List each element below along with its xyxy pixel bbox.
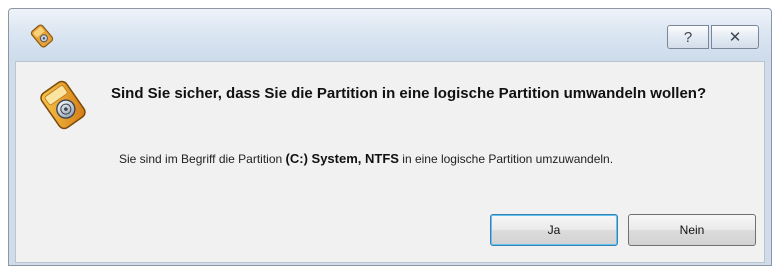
question-mark-icon: ? xyxy=(683,28,693,46)
title-bar[interactable]: ? ✕ xyxy=(9,9,771,61)
warning-disk-icon xyxy=(40,80,86,130)
yes-button-label: Ja xyxy=(547,223,561,237)
partition-tool-icon xyxy=(30,24,54,48)
close-icon: ✕ xyxy=(728,29,742,46)
no-button[interactable]: Nein xyxy=(628,214,756,246)
help-button[interactable]: ? xyxy=(667,25,709,49)
dialog-heading: Sind Sie sicher, dass Sie die Partition … xyxy=(111,85,707,102)
message-suffix: in eine logische Partition umzuwandeln. xyxy=(398,152,614,166)
yes-button[interactable]: Ja xyxy=(490,214,618,246)
message-prefix: Sie sind im Begriff die Partition xyxy=(119,152,286,166)
dialog-body: Sind Sie sicher, dass Sie die Partition … xyxy=(15,61,765,263)
close-button[interactable]: ✕ xyxy=(711,25,759,49)
partition-name: (C:) System, NTFS xyxy=(285,151,399,166)
no-button-label: Nein xyxy=(679,223,705,237)
dialog-window: ? ✕ Sind Sie sicher, dass Sie die Partit… xyxy=(8,8,772,266)
dialog-message: Sie sind im Begriff die Partition (C:) S… xyxy=(119,150,739,168)
